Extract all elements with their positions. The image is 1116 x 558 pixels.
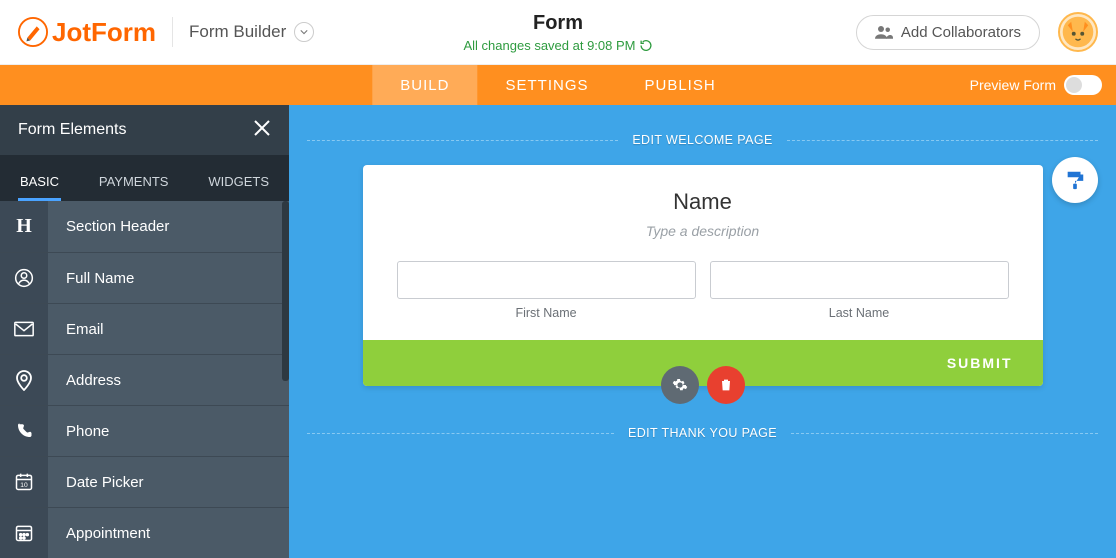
element-date-picker[interactable]: 10 Date Picker [0,456,289,507]
add-collaborators-label: Add Collaborators [901,24,1021,41]
phone-icon [0,406,48,456]
document-title[interactable]: Form [464,12,653,35]
preview-form-label: Preview Form [970,77,1056,93]
schedule-icon [0,508,48,558]
last-name-label: Last Name [710,306,1009,320]
sidebar-item-label: Appointment [48,525,150,542]
sidebar-item-label: Date Picker [48,474,144,491]
form-card[interactable]: Name Type a description First Name Last … [363,165,1043,386]
dashed-divider [307,140,618,141]
question-description[interactable]: Type a description [397,223,1009,239]
gear-icon [672,377,688,393]
question-settings-button[interactable] [661,366,699,404]
sidebar-item-label: Full Name [48,270,134,287]
close-icon[interactable] [253,119,271,142]
tab-settings[interactable]: SETTINGS [477,65,616,105]
first-name-input[interactable] [397,261,696,299]
element-full-name[interactable]: Full Name [0,252,289,303]
preview-toggle[interactable] [1064,75,1102,95]
submit-button[interactable]: SUBMIT [947,355,1013,371]
app-header: JotForm Form Builder Form All changes sa… [0,0,1116,65]
calendar-icon: 10 [0,457,48,507]
divider [172,17,173,47]
chevron-down-icon[interactable] [294,22,314,42]
welcome-page-hint[interactable]: EDIT WELCOME PAGE [632,133,772,147]
brand-logo[interactable]: JotForm [18,17,156,48]
heading-icon: H [0,201,48,252]
save-status: All changes saved at 9:08 PM [464,38,636,53]
tab-publish[interactable]: PUBLISH [617,65,744,105]
history-icon[interactable] [640,39,653,52]
first-name-label: First Name [397,306,696,320]
email-icon [0,304,48,354]
preview-form-control: Preview Form [970,75,1102,95]
element-phone[interactable]: Phone [0,405,289,456]
sidebar-tab-widgets[interactable]: WIDGETS [188,160,289,201]
person-icon [0,253,48,303]
element-appointment[interactable]: Appointment [0,507,289,558]
svg-text:10: 10 [20,482,28,489]
brand-name: JotForm [52,17,156,48]
thank-you-page-hint[interactable]: EDIT THANK YOU PAGE [628,426,777,440]
sidebar-item-label: Email [48,321,104,338]
add-collaborators-button[interactable]: Add Collaborators [856,15,1040,50]
element-section-header[interactable]: H Section Header [0,201,289,252]
last-name-input[interactable] [710,261,1009,299]
dashed-divider [307,433,614,434]
sidebar-tabs: BASIC PAYMENTS WIDGETS [0,155,289,201]
sidebar-item-label: Section Header [48,218,169,235]
avatar-cat-icon [1061,15,1095,49]
form-canvas: EDIT WELCOME PAGE Name Type a descriptio… [289,105,1116,558]
sidebar-item-label: Address [48,372,121,389]
sidebar-item-label: Phone [48,423,109,440]
dashed-divider [787,140,1098,141]
location-icon [0,355,48,405]
sidebar-tab-payments[interactable]: PAYMENTS [79,160,189,201]
builder-mode[interactable]: Form Builder [189,22,314,42]
element-address[interactable]: Address [0,354,289,405]
sidebar-title: Form Elements [18,121,126,139]
question-title[interactable]: Name [397,189,1009,215]
dashed-divider [791,433,1098,434]
avatar[interactable] [1058,12,1098,52]
form-elements-sidebar: Form Elements BASIC PAYMENTS WIDGETS H S… [0,105,289,558]
element-email[interactable]: Email [0,303,289,354]
pencil-icon [18,17,48,47]
sidebar-scrollbar[interactable] [282,201,289,381]
tab-build[interactable]: BUILD [372,65,477,105]
question-delete-button[interactable] [707,366,745,404]
document-title-block: Form All changes saved at 9:08 PM [464,12,653,53]
people-icon [875,25,893,39]
sidebar-tab-basic[interactable]: BASIC [0,160,79,201]
builder-mode-label: Form Builder [189,22,286,42]
primary-nav: BUILD SETTINGS PUBLISH Preview Form [0,65,1116,105]
sidebar-element-list: H Section Header Full Name Email Address… [0,201,289,558]
trash-icon [718,377,734,393]
